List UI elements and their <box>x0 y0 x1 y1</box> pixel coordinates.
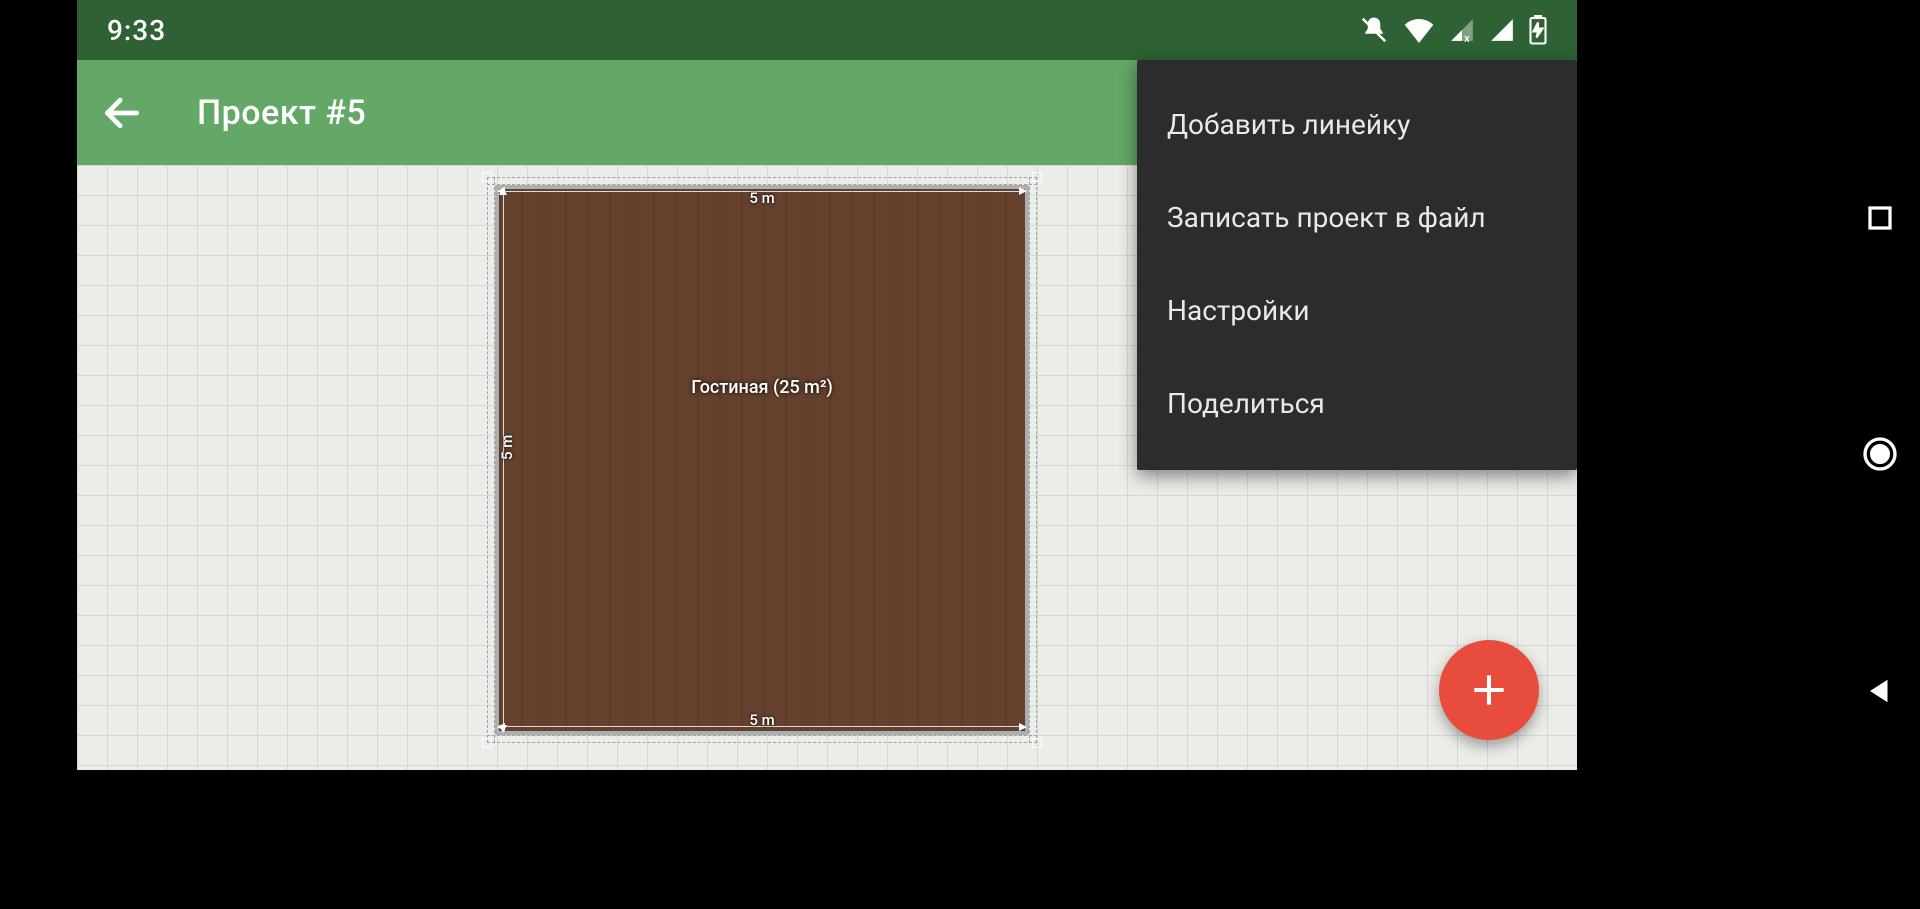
battery-icon <box>1529 15 1547 45</box>
signal-icon-2 <box>1489 17 1515 43</box>
menu-save-file[interactable]: Записать проект в файл <box>1137 171 1577 264</box>
mute-icon <box>1359 15 1389 45</box>
status-time: 9:33 <box>107 14 166 47</box>
menu-share[interactable]: Поделиться <box>1137 357 1577 450</box>
room-handle-br[interactable] <box>1032 738 1042 748</box>
letterbox-bottom <box>77 770 1577 909</box>
app-screen: 5 m 5 m 5 m Гостиная (25 m²) 9:33 x Прое… <box>77 0 1577 770</box>
android-navbar <box>1840 0 1920 909</box>
plus-icon <box>1467 668 1511 712</box>
room-handle-bl[interactable] <box>482 738 492 748</box>
square-icon <box>1865 203 1895 233</box>
room-handle-tr[interactable] <box>1032 172 1042 182</box>
nav-recent-button[interactable] <box>1857 195 1903 241</box>
add-fab[interactable] <box>1439 640 1539 740</box>
room-dim-bottom: 5 m <box>749 711 774 729</box>
letterbox-left <box>0 0 77 909</box>
room-dim-left: 5 m <box>498 435 516 460</box>
svg-text:x: x <box>1464 32 1471 43</box>
wifi-icon <box>1403 17 1435 43</box>
room-label: Гостиная (25 m²) <box>691 377 833 398</box>
project-title: Проект #5 <box>197 93 366 133</box>
signal-icon-1: x <box>1449 17 1475 43</box>
room-handle-tl[interactable] <box>482 172 492 182</box>
menu-add-ruler[interactable]: Добавить линейку <box>1137 78 1577 171</box>
room-fill <box>495 185 1029 735</box>
letterbox-right <box>1657 0 1920 909</box>
nav-back-button[interactable] <box>1857 668 1903 714</box>
room-living[interactable]: 5 m 5 m 5 m Гостиная (25 m²) <box>487 177 1037 743</box>
room-dim-top: 5 m <box>749 189 774 207</box>
nav-home-button[interactable] <box>1857 431 1903 477</box>
status-bar: 9:33 x <box>77 0 1577 60</box>
circle-home-icon <box>1860 434 1900 474</box>
menu-settings[interactable]: Настройки <box>1137 264 1577 357</box>
triangle-back-icon <box>1865 676 1895 706</box>
back-arrow-icon <box>100 91 144 135</box>
overflow-menu: Добавить линейку Записать проект в файл … <box>1137 60 1577 470</box>
back-button[interactable] <box>87 78 157 148</box>
